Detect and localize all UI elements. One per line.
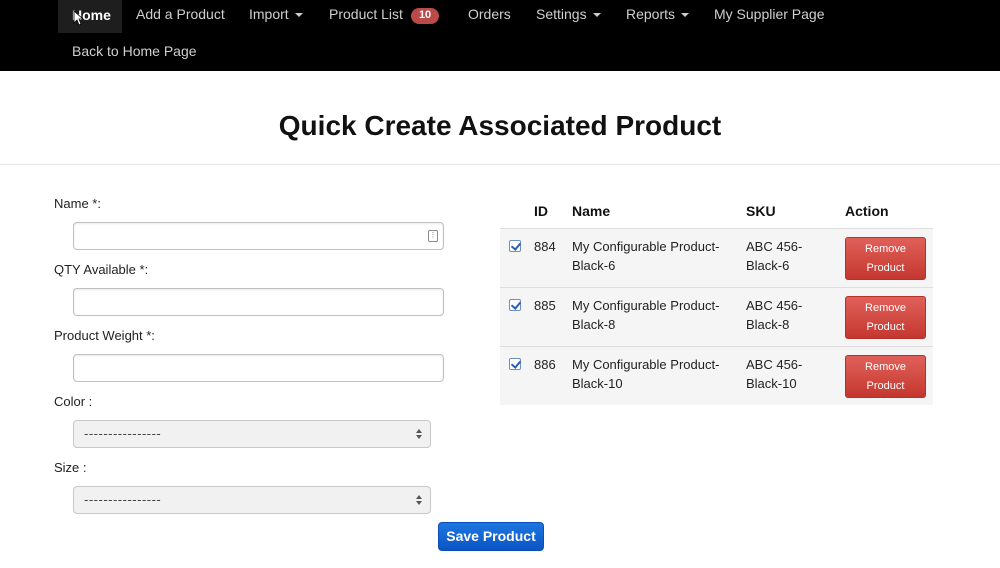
- nav-back-to-home[interactable]: Back to Home Page: [72, 37, 197, 67]
- remove-button-label-line2: Product: [866, 380, 905, 392]
- remove-button-label-line2: Product: [866, 262, 905, 274]
- nav-my-supplier-page[interactable]: My Supplier Page: [714, 0, 825, 30]
- table-header-sku: SKU: [746, 203, 776, 219]
- table-header-name: Name: [572, 203, 611, 219]
- table-row: 886 My Configurable Product- Black-10 AB…: [500, 346, 933, 405]
- caret-down-icon: [294, 13, 303, 18]
- product-count-badge: 10: [410, 8, 440, 24]
- nav-add-product[interactable]: Add a Product: [136, 0, 225, 30]
- row-sku-line1: ABC 456-: [746, 357, 803, 372]
- product-weight-label: Product Weight *:: [54, 328, 155, 343]
- row-select-checkbox[interactable]: [509, 299, 521, 311]
- row-select-checkbox[interactable]: [509, 358, 521, 370]
- autofill-contact-icon[interactable]: ⋮: [428, 230, 438, 242]
- top-navbar: Home Add a Product Import Product List 10…: [0, 0, 1000, 71]
- remove-button-label-line1: Remove: [865, 361, 906, 373]
- select-arrows-icon: [416, 493, 424, 507]
- table-header-action: Action: [845, 203, 889, 219]
- row-name-line1: My Configurable Product-: [572, 239, 720, 254]
- page-title: Quick Create Associated Product: [278, 110, 722, 141]
- row-id: 886: [534, 357, 556, 372]
- nav-product-list-label: Product List: [329, 6, 403, 22]
- qty-available-label: QTY Available *:: [54, 262, 149, 277]
- name-label: Name *:: [54, 196, 101, 211]
- row-name-line2: Black-6: [572, 258, 616, 273]
- product-weight-input[interactable]: [73, 354, 444, 382]
- remove-product-button[interactable]: Remove Product: [845, 355, 926, 398]
- mouse-cursor-icon: [73, 10, 83, 26]
- remove-product-button[interactable]: Remove Product: [845, 296, 926, 339]
- name-input[interactable]: ⋮: [73, 222, 444, 250]
- nav-product-list[interactable]: Product List 10: [329, 0, 440, 30]
- color-select[interactable]: ----------------: [73, 420, 431, 448]
- nav-reports-label: Reports: [626, 6, 676, 22]
- select-arrows-icon: [416, 427, 424, 441]
- title-divider: [0, 164, 1000, 165]
- size-select[interactable]: ----------------: [73, 486, 431, 514]
- size-select-value: ----------------: [84, 492, 162, 507]
- table-header-id: ID: [534, 203, 548, 219]
- row-sku-line2: Black-10: [746, 376, 797, 391]
- remove-button-label-line2: Product: [866, 321, 905, 333]
- caret-down-icon: [592, 13, 601, 18]
- row-select-checkbox[interactable]: [509, 240, 521, 252]
- save-product-button[interactable]: Save Product: [438, 522, 544, 551]
- row-sku-line2: Black-6: [746, 258, 790, 273]
- color-select-value: ----------------: [84, 426, 162, 441]
- row-id: 884: [534, 239, 556, 254]
- nav-orders[interactable]: Orders: [468, 0, 511, 30]
- row-sku-line2: Black-8: [746, 317, 790, 332]
- size-label: Size :: [54, 460, 87, 475]
- table-row: 884 My Configurable Product- Black-6 ABC…: [500, 228, 933, 287]
- remove-button-label-line1: Remove: [865, 243, 906, 255]
- row-sku-line1: ABC 456-: [746, 239, 803, 254]
- nav-settings-label: Settings: [536, 6, 587, 22]
- caret-down-icon: [681, 13, 690, 18]
- remove-button-label-line1: Remove: [865, 302, 906, 314]
- row-name-line1: My Configurable Product-: [572, 298, 720, 313]
- nav-home[interactable]: Home: [58, 0, 122, 33]
- table-row: 885 My Configurable Product- Black-8 ABC…: [500, 287, 933, 346]
- nav-import-label: Import: [249, 6, 289, 22]
- row-name-line2: Black-8: [572, 317, 616, 332]
- qty-available-input[interactable]: [73, 288, 444, 316]
- nav-reports[interactable]: Reports: [626, 0, 690, 30]
- remove-product-button[interactable]: Remove Product: [845, 237, 926, 280]
- row-name-line1: My Configurable Product-: [572, 357, 720, 372]
- nav-settings[interactable]: Settings: [536, 0, 601, 30]
- color-label: Color :: [54, 394, 93, 409]
- row-sku-line1: ABC 456-: [746, 298, 803, 313]
- nav-import[interactable]: Import: [249, 0, 303, 30]
- row-name-line2: Black-10: [572, 376, 623, 391]
- row-id: 885: [534, 298, 556, 313]
